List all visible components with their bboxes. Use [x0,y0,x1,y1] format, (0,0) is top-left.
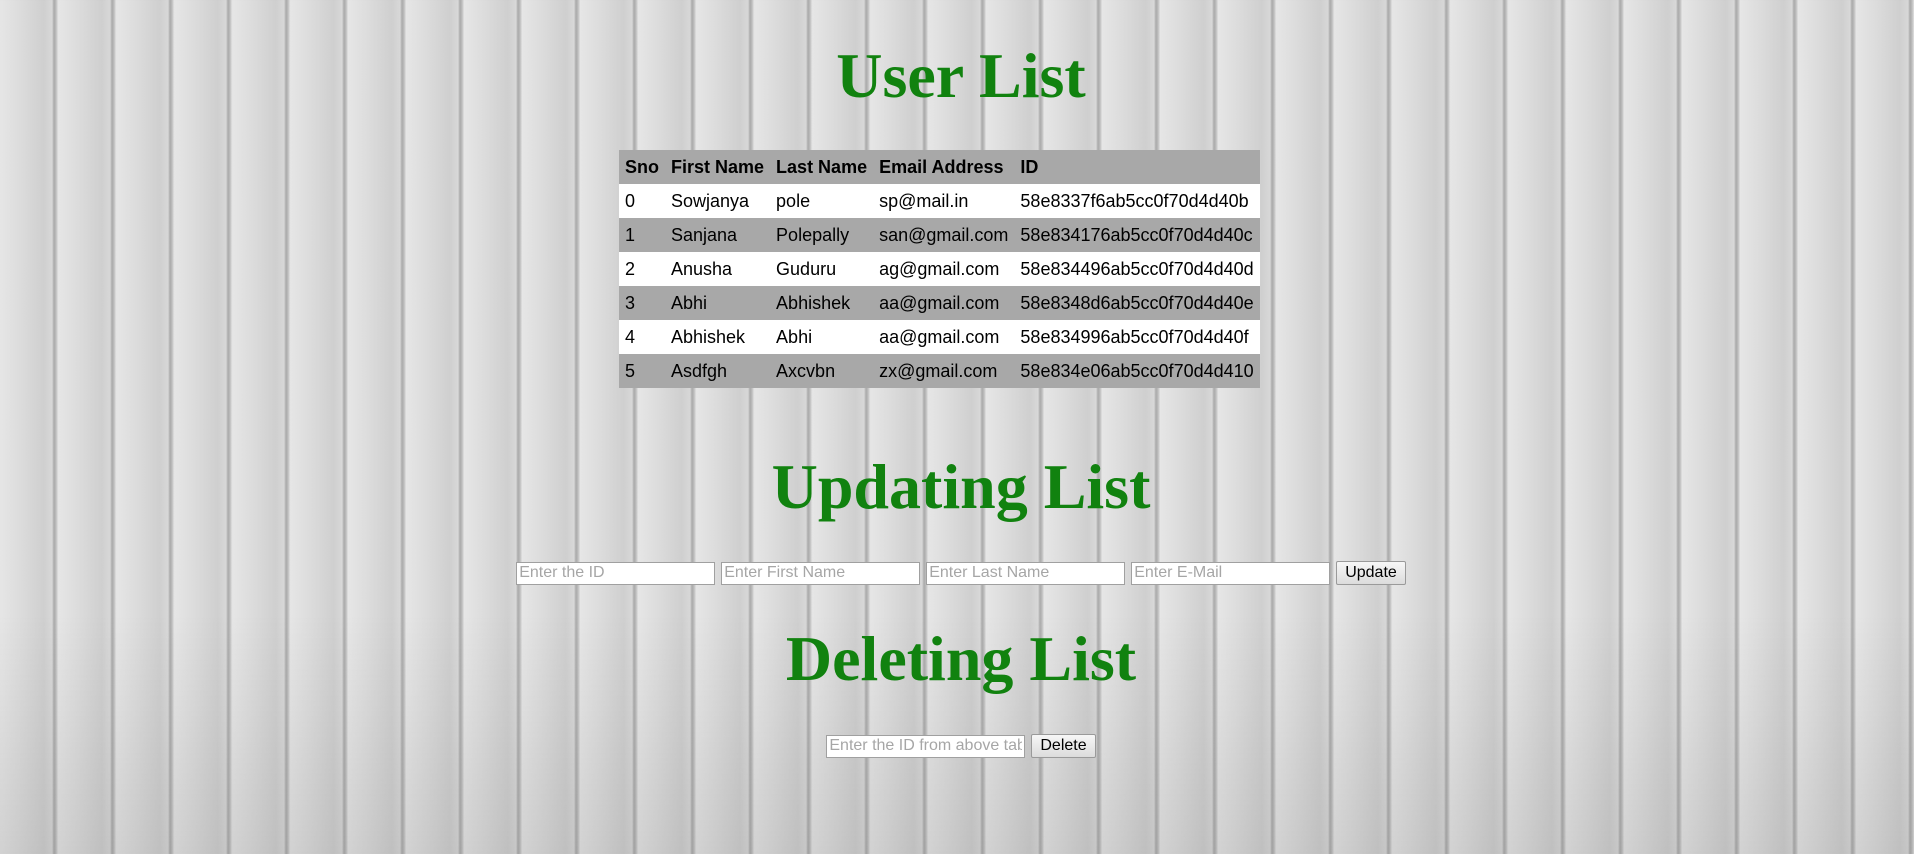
column-header-first-name: First Name [665,150,771,184]
cell-id: 58e834176ab5cc0f70d4d40c [1014,218,1260,252]
page: User List Sno First Name Last Name Email… [0,0,1914,854]
cell-last-name: Abhishek [770,286,874,320]
cell-sno: 0 [619,184,665,218]
user-table: Sno First Name Last Name Email Address I… [619,150,1260,388]
cell-first-name: Asdfgh [665,354,771,388]
cell-email: zx@gmail.com [873,354,1015,388]
table-row: 4 Abhishek Abhi aa@gmail.com 58e834996ab… [619,320,1260,354]
cell-sno: 3 [619,286,665,320]
delete-button[interactable]: Delete [1031,734,1096,758]
cell-first-name: Sanjana [665,218,771,252]
update-id-input[interactable] [516,561,716,585]
cell-email: aa@gmail.com [873,320,1015,354]
cell-last-name: Abhi [770,320,874,354]
cell-id: 58e834996ab5cc0f70d4d40f [1014,320,1260,354]
update-first-name-input[interactable] [721,561,921,585]
updating-list-heading: Updating List [771,451,1151,522]
delete-id-input[interactable] [826,734,1026,758]
cell-email: sp@mail.in [873,184,1015,218]
deleting-list-heading: Deleting List [785,623,1137,694]
table-row: 1 Sanjana Polepally san@gmail.com 58e834… [619,218,1260,252]
cell-email: ag@gmail.com [873,252,1015,286]
column-header-last-name: Last Name [770,150,874,184]
cell-sno: 1 [619,218,665,252]
cell-id: 58e8348d6ab5cc0f70d4d40e [1014,286,1260,320]
cell-first-name: Sowjanya [665,184,771,218]
table-header-row: Sno First Name Last Name Email Address I… [619,150,1260,184]
column-header-sno: Sno [619,150,665,184]
column-header-id: ID [1014,150,1260,184]
cell-id: 58e8337f6ab5cc0f70d4d40b [1014,184,1260,218]
cell-sno: 5 [619,354,665,388]
update-last-name-input[interactable] [926,561,1126,585]
user-list-heading: User List [836,40,1086,111]
cell-id: 58e834496ab5cc0f70d4d40d [1014,252,1260,286]
cell-last-name: Polepally [770,218,874,252]
update-email-input[interactable] [1131,561,1331,585]
table-row: 3 Abhi Abhishek aa@gmail.com 58e8348d6ab… [619,286,1260,320]
table-row: 5 Asdfgh Axcvbn zx@gmail.com 58e834e06ab… [619,354,1260,388]
column-header-email: Email Address [873,150,1015,184]
cell-email: san@gmail.com [873,218,1015,252]
cell-first-name: Anusha [665,252,771,286]
cell-last-name: Guduru [770,252,874,286]
cell-last-name: Axcvbn [770,354,874,388]
cell-email: aa@gmail.com [873,286,1015,320]
update-form: Update [0,561,1914,585]
cell-first-name: Abhishek [665,320,771,354]
table-row: 2 Anusha Guduru ag@gmail.com 58e834496ab… [619,252,1260,286]
table-row: 0 Sowjanya pole sp@mail.in 58e8337f6ab5c… [619,184,1260,218]
cell-first-name: Abhi [665,286,771,320]
cell-sno: 2 [619,252,665,286]
delete-form: Delete [0,734,1914,758]
update-button[interactable]: Update [1336,561,1406,585]
cell-sno: 4 [619,320,665,354]
cell-id: 58e834e06ab5cc0f70d4d410 [1014,354,1260,388]
cell-last-name: pole [770,184,874,218]
